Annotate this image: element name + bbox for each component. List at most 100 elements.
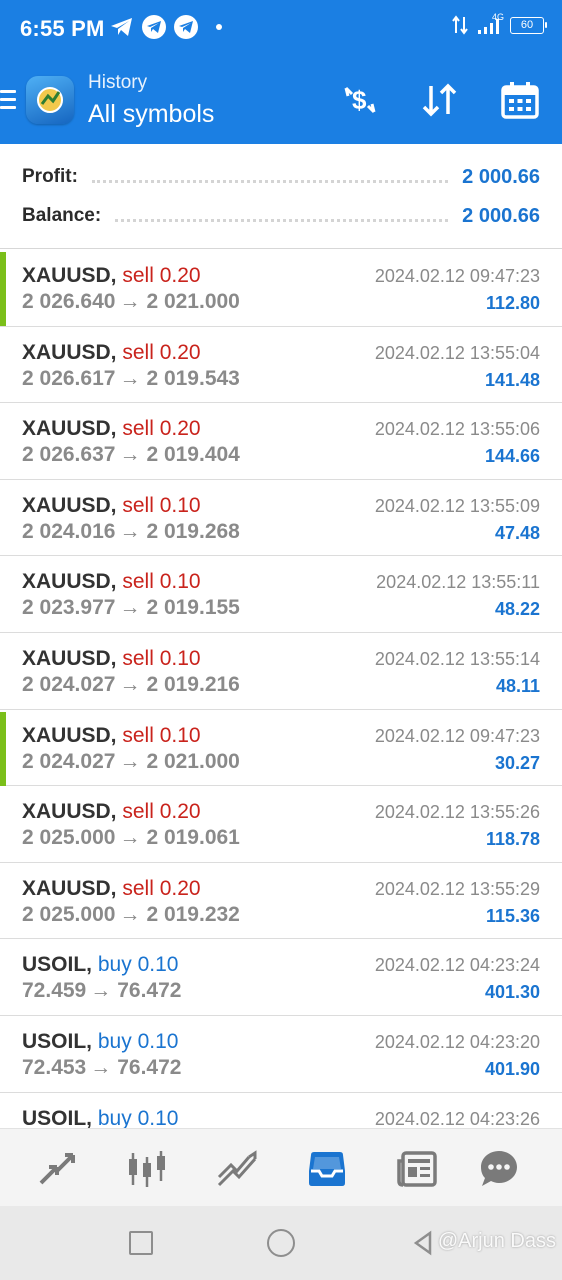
deal-prices: 2 025.000 → 2 019.232	[22, 903, 240, 927]
open-price: 2 024.016	[22, 519, 116, 543]
price-arrow: →	[119, 672, 141, 696]
deal-row[interactable]: XAUUSD, sell 0.10 2 023.977 → 2 019.155 2024…	[0, 556, 562, 633]
symbol-name: XAUUSD,	[22, 493, 117, 517]
symbol-name: XAUUSD,	[22, 723, 117, 747]
price-arrow: →	[119, 826, 141, 850]
deal-side: sell 0.20	[122, 264, 200, 287]
trade-chart-icon[interactable]	[215, 1147, 259, 1191]
deal-side: buy 0.10	[98, 953, 179, 976]
dotted-leader	[91, 179, 449, 183]
deal-row[interactable]: XAUUSD, sell 0.20 2 026.617 → 2 019.543 2024…	[0, 327, 562, 404]
deal-time: 2024.02.12 13:55:26	[374, 802, 540, 823]
deal-row[interactable]: USOIL, buy 0.10 2024.02.12 04:23:26	[0, 1093, 562, 1130]
deal-row[interactable]: XAUUSD, sell 0.20 2 026.637 → 2 019.404 2024…	[0, 403, 562, 480]
deal-time: 2024.02.12 04:23:20	[374, 1031, 540, 1052]
signal-icon: 4G	[474, 12, 504, 36]
app-header: History All symbols $	[0, 58, 562, 144]
deal-row[interactable]: XAUUSD, sell 0.20 2 025.000 → 2 019.061 2024…	[0, 786, 562, 863]
deal-time: 2024.02.12 13:55:29	[374, 878, 540, 899]
deal-row[interactable]: USOIL, buy 0.10 72.459 → 76.472 2024.02.12 0…	[0, 939, 562, 1016]
close-price: 2 019.216	[146, 672, 240, 696]
deal-row[interactable]: XAUUSD, sell 0.10 2 024.027 → 2 021.000 2024…	[0, 710, 562, 787]
deal-side: buy 0.10	[98, 1030, 179, 1053]
deal-row[interactable]: XAUUSD, sell 0.20 2 026.640 → 2 021.000 2024…	[0, 250, 562, 327]
svg-text:$: $	[352, 85, 367, 115]
deal-side: sell 0.20	[122, 800, 200, 823]
deal-row[interactable]: XAUUSD, sell 0.10 2 024.027 → 2 019.216 2024…	[0, 633, 562, 710]
deal-prices: 2 023.977 → 2 019.155	[22, 596, 240, 620]
deal-volume: 0.10	[137, 1029, 179, 1053]
candlestick-chart-icon[interactable]	[125, 1147, 169, 1191]
deal-volume: 0.10	[159, 646, 201, 670]
deal-side-type: sell	[122, 800, 154, 824]
deal-time: 2024.02.12 09:47:23	[374, 725, 540, 746]
price-arrow: →	[119, 749, 141, 773]
notification-icons	[110, 15, 222, 39]
deal-profit: 401.30	[484, 982, 540, 1003]
price-arrow: →	[119, 290, 141, 313]
deal-time: 2024.02.12 13:55:11	[376, 572, 540, 593]
dotted-leader	[115, 218, 449, 222]
deal-symbol: XAUUSD, sell 0.20	[22, 264, 201, 288]
deal-side: sell 0.20	[122, 417, 200, 440]
price-arrow: →	[90, 1055, 112, 1079]
open-price: 2 023.977	[22, 596, 116, 620]
quotes-arrows-icon[interactable]	[35, 1147, 79, 1191]
symbol-name: XAUUSD,	[22, 264, 117, 287]
profit-value: 2 000.66	[462, 165, 540, 188]
open-price: 2 026.640	[22, 290, 116, 313]
deal-profit: 118.78	[485, 829, 540, 850]
deal-side-type: sell	[122, 417, 154, 441]
deal-symbol: USOIL, buy 0.10	[22, 953, 178, 977]
open-price: 2 025.000	[22, 826, 116, 850]
system-indicators: 4G 60	[452, 12, 547, 36]
deal-symbol: XAUUSD, sell 0.10	[22, 724, 201, 748]
open-price: 72.453	[22, 1055, 87, 1079]
deal-profit: 401.90	[484, 1058, 540, 1079]
symbol-name: USOIL,	[22, 1029, 93, 1053]
deal-volume: 0.20	[159, 800, 201, 824]
home-button[interactable]	[267, 1229, 295, 1257]
close-price: 76.472	[117, 1055, 182, 1079]
deal-symbol: XAUUSD, sell 0.20	[22, 800, 201, 824]
deals-list[interactable]: XAUUSD, sell 0.20 2 026.640 → 2 021.000 2024…	[0, 250, 562, 1130]
deal-side-type: buy	[97, 1106, 132, 1130]
deal-prices: 72.459 → 76.472	[22, 979, 181, 1003]
deal-time: 2024.02.12 13:55:04	[374, 342, 540, 363]
chat-icon[interactable]	[477, 1147, 521, 1191]
deal-volume: 0.10	[159, 723, 201, 747]
open-price: 2 024.027	[22, 672, 116, 696]
news-icon[interactable]	[395, 1147, 439, 1191]
deal-side-type: sell	[122, 876, 154, 900]
deal-time: 2024.02.12 13:55:14	[374, 648, 540, 669]
deal-prices: 2 024.016 → 2 019.268	[22, 520, 240, 544]
dollar-refresh-icon[interactable]: $	[338, 78, 382, 122]
header-title[interactable]: All symbols	[88, 100, 214, 129]
open-price: 2 026.617	[22, 366, 116, 390]
deal-symbol: XAUUSD, sell 0.10	[22, 647, 201, 671]
close-price: 2 019.268	[146, 519, 240, 543]
symbol-name: XAUUSD,	[22, 646, 117, 670]
price-arrow: →	[119, 519, 141, 543]
deal-profit: 30.27	[494, 752, 540, 773]
deal-profit: 112.80	[485, 293, 540, 313]
close-price: 76.472	[117, 979, 182, 1003]
price-arrow: →	[119, 902, 141, 926]
recent-apps-button[interactable]	[129, 1231, 153, 1255]
deal-prices: 2 026.637 → 2 019.404	[22, 443, 240, 467]
deal-side-type: sell	[122, 723, 154, 747]
bottom-tab-bar	[0, 1128, 562, 1206]
deal-volume: 0.10	[137, 953, 179, 977]
metatrader-logo-icon[interactable]	[26, 76, 74, 124]
deal-row[interactable]: USOIL, buy 0.10 72.453 → 76.472 2024.02.12 0…	[0, 1016, 562, 1093]
deal-profit: 48.22	[494, 599, 540, 620]
hamburger-icon[interactable]	[0, 90, 16, 112]
calendar-icon[interactable]	[498, 78, 542, 122]
history-inbox-icon[interactable]	[305, 1147, 349, 1191]
sort-icon[interactable]	[418, 78, 462, 122]
deal-row[interactable]: XAUUSD, sell 0.20 2 025.000 → 2 019.232 2024…	[0, 863, 562, 940]
back-button[interactable]	[410, 1230, 436, 1256]
price-arrow: →	[119, 596, 141, 620]
deal-side: sell 0.10	[122, 647, 200, 670]
deal-row[interactable]: XAUUSD, sell 0.10 2 024.016 → 2 019.268 2024…	[0, 480, 562, 557]
